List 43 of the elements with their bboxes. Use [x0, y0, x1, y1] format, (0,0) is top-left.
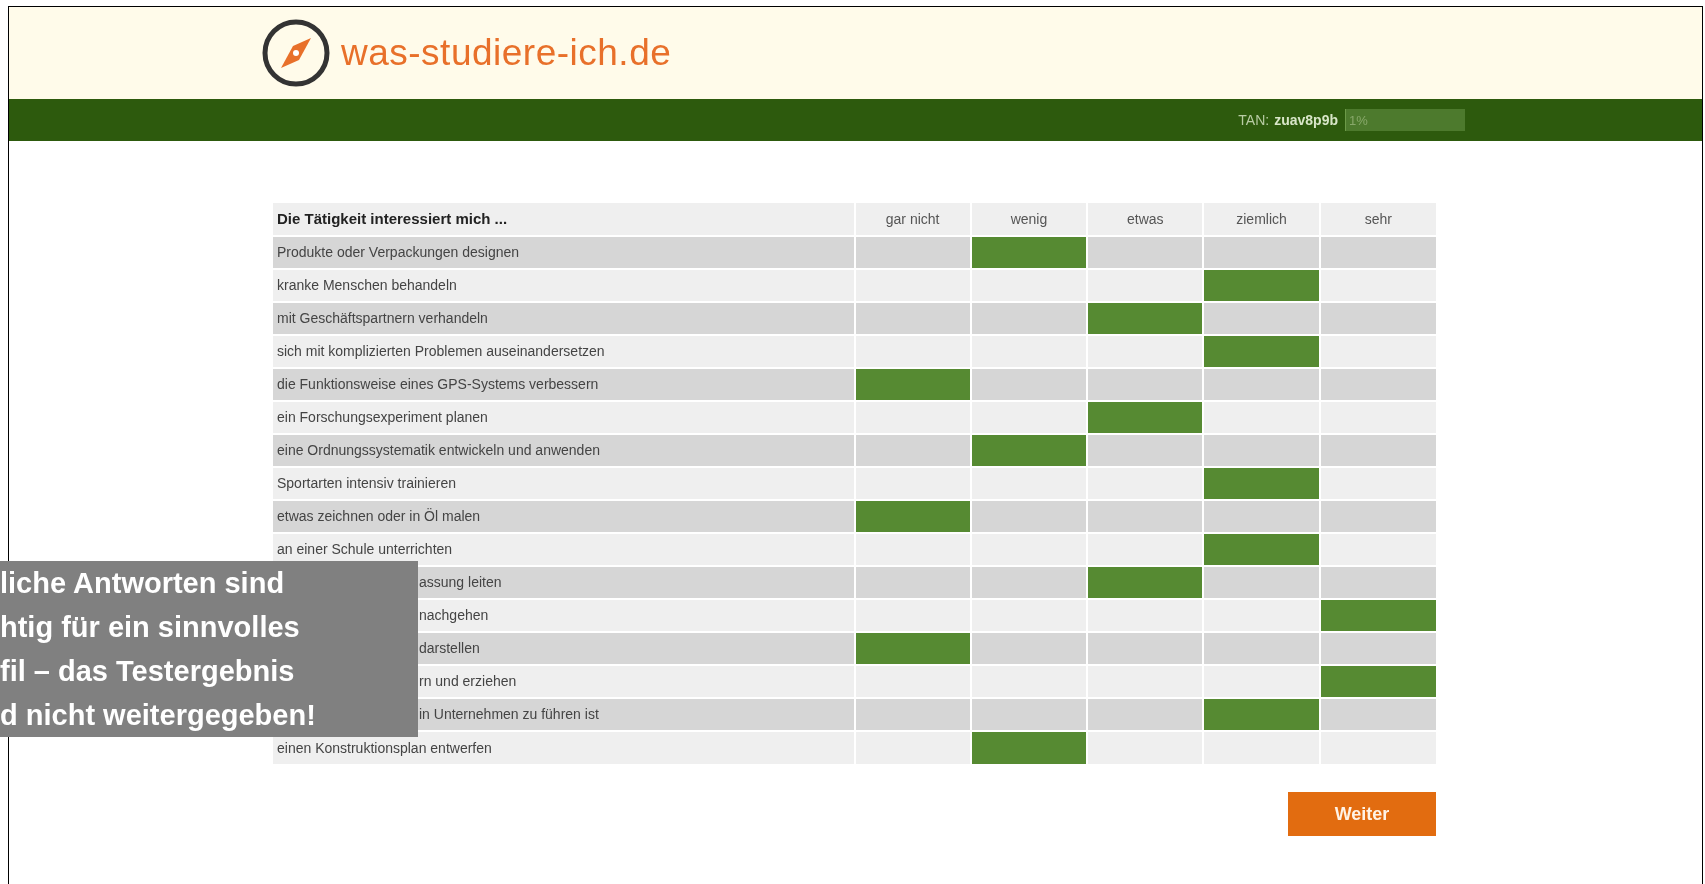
activity-label: darstellen: [419, 640, 480, 656]
notice-line: d nicht weitergegeben!: [0, 698, 317, 733]
compass-logo-icon: [261, 18, 331, 88]
rating-cell[interactable]: [854, 632, 971, 665]
activity-label: Produkte oder Verpackungen designen: [277, 244, 520, 260]
tan-value: zuav8p9b: [1274, 110, 1338, 130]
notice-line: liche Antworten sind: [0, 566, 286, 601]
tan-label: TAN:: [1238, 110, 1270, 130]
rating-cell[interactable]: [1203, 467, 1320, 500]
activity-label: mit Geschäftspartnern verhandeln: [277, 310, 488, 326]
rating-cell[interactable]: [970, 434, 1088, 467]
activity-label: in Unternehmen zu führen ist: [419, 706, 599, 722]
table-heading: Die Tätigkeit interessiert mich ...: [273, 203, 855, 236]
activity-label: nachgehen: [419, 607, 489, 623]
activity-label: sich mit komplizierten Problemen auseinandersetzen: [277, 343, 605, 359]
activity-label: etwas zeichnen oder in Öl malen: [277, 508, 481, 524]
rating-cell[interactable]: [1087, 566, 1204, 599]
rating-cell[interactable]: [1203, 335, 1320, 368]
rating-cell[interactable]: [1203, 698, 1320, 731]
activity-label: einen Konstruktionsplan entwerfen: [277, 739, 492, 756]
activity-label: Sportarten intensiv trainieren: [277, 475, 456, 491]
rating-cell[interactable]: [1203, 269, 1320, 302]
rating-cell[interactable]: [1319, 599, 1436, 632]
activity-label: ein Forschungsexperiment planen: [277, 409, 488, 425]
rating-cell[interactable]: [854, 500, 971, 533]
rating-cell[interactable]: [970, 236, 1088, 269]
site-name[interactable]: was-studiere-ich.de: [341, 25, 672, 81]
activity-label: die Funktionsweise eines GPS-Systems verbessern: [277, 376, 599, 392]
rating-cell[interactable]: [970, 731, 1088, 764]
activity-label: kranke Menschen behandeln: [277, 277, 457, 293]
rating-cell[interactable]: [1319, 665, 1436, 698]
rating-cell[interactable]: [1087, 401, 1204, 434]
progress-text: 1%: [1349, 112, 1368, 130]
activity-label: eine Ordnungssystematik entwickeln und anwenden: [277, 442, 600, 458]
activity-label: assung leiten: [419, 574, 502, 590]
rating-cell[interactable]: [1203, 533, 1320, 566]
rating-cell[interactable]: [1087, 302, 1204, 335]
notice-line: htig für ein sinnvolles: [0, 610, 301, 645]
rating-cell[interactable]: [854, 368, 971, 401]
next-button[interactable]: Weiter: [1288, 792, 1436, 836]
notice-line: fil – das Testergebnis: [0, 654, 296, 689]
activity-label: rn und erziehen: [419, 673, 517, 689]
activity-label: an einer Schule unterrichten: [277, 541, 453, 557]
